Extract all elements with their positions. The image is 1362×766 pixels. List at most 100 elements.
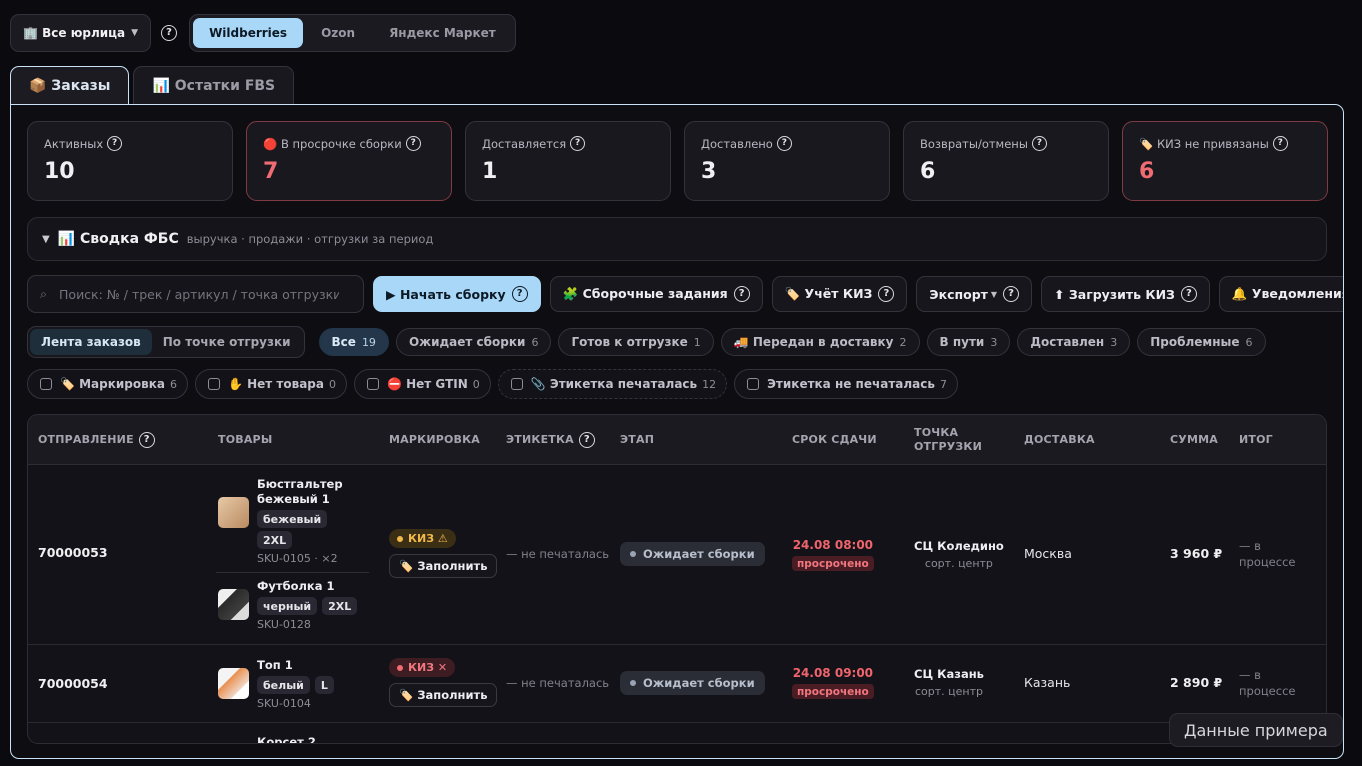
- stat-active[interactable]: Активных? 10: [27, 121, 233, 201]
- export-button[interactable]: Экспорт ▼ ?: [916, 276, 1033, 312]
- help-icon[interactable]: ?: [107, 136, 123, 151]
- check-filter-no-gtin[interactable]: ⛔ Нет GTIN 0: [354, 369, 491, 399]
- column-goods[interactable]: Товары: [218, 415, 272, 465]
- help-icon[interactable]: ?: [570, 136, 586, 151]
- shipment-id[interactable]: 70000053: [38, 545, 108, 560]
- point-type: сорт. центр: [924, 557, 993, 570]
- filter-delivered[interactable]: Доставлен 3: [1017, 328, 1131, 356]
- column-result[interactable]: Итог: [1239, 415, 1273, 465]
- upload-kiz-button[interactable]: ⬆ Загрузить КИЗ ?: [1041, 276, 1210, 312]
- checkbox[interactable]: [207, 378, 220, 390]
- marketplace-ozon[interactable]: Ozon: [305, 18, 371, 48]
- status-filters: Лента заказов По точке отгрузки Все 19 Ож…: [27, 326, 1266, 358]
- stat-label: Доставляется: [482, 136, 567, 151]
- filter-count: 19: [361, 335, 376, 349]
- column-deadline[interactable]: Срок сдачи: [792, 415, 877, 465]
- filter-awaiting-assembly[interactable]: Ожидает сборки 6: [395, 328, 552, 356]
- product-thumbnail[interactable]: [218, 589, 249, 620]
- checkbox[interactable]: [40, 378, 52, 390]
- kiz-status-badge: КИЗ ✕: [389, 658, 456, 677]
- help-icon[interactable]: ?: [878, 286, 895, 302]
- stat-delivered[interactable]: Доставлено? 3: [684, 121, 890, 201]
- search-input[interactable]: [59, 286, 340, 302]
- filter-label: 🚚 Передан в доставку: [733, 335, 894, 349]
- kiz-status-label: КИЗ ⚠: [408, 532, 448, 545]
- column-delivery[interactable]: Доставка: [1024, 415, 1095, 465]
- help-icon[interactable]: ?: [405, 136, 421, 151]
- stat-overdue-assembly[interactable]: 🔴 В просрочке сборки? 7: [246, 121, 452, 201]
- stat-kiz-unlinked[interactable]: 🏷️ КИЗ не привязаны? 6: [1122, 121, 1328, 201]
- product-sku: SKU-0128: [257, 618, 311, 631]
- filter-problematic[interactable]: Проблемные 6: [1137, 328, 1266, 356]
- column-point[interactable]: Точка отгрузки: [914, 415, 994, 465]
- filter-count: 3: [990, 335, 998, 349]
- help-icon[interactable]: ?: [776, 136, 792, 151]
- view-orders-feed[interactable]: Лента заказов: [30, 329, 152, 355]
- deadline-datetime: 24.08 09:00: [792, 666, 874, 680]
- point-type: сорт. центр: [914, 685, 983, 698]
- filter-count: 6: [169, 377, 177, 391]
- fill-kiz-button[interactable]: 🏷️ Заполнить: [389, 683, 498, 707]
- checkbox[interactable]: [747, 378, 760, 390]
- column-shipment[interactable]: Отправление?: [38, 415, 155, 465]
- stat-label: Возвраты/отмены: [920, 136, 1028, 151]
- filter-in-transit[interactable]: В пути 3: [926, 328, 1011, 356]
- filter-label: 🏷️ Маркировка: [60, 377, 165, 391]
- fill-kiz-button[interactable]: 🏷️ Заполнить: [389, 554, 498, 578]
- filter-label: Ожидает сборки: [408, 335, 526, 349]
- help-icon[interactable]: ?: [578, 432, 595, 448]
- product-thumbnail[interactable]: [218, 668, 249, 699]
- order-result: — в процессе: [1239, 668, 1296, 698]
- notifications-button[interactable]: 🔔 Уведомления ▼ ?: [1218, 276, 1343, 312]
- help-icon[interactable]: ?: [138, 432, 155, 448]
- tab-fbs-stock[interactable]: 📊 Остатки FBS: [133, 66, 295, 104]
- orders-table: Отправление? Товары Маркировка Этикетка?…: [27, 414, 1327, 744]
- check-filter-label-printed[interactable]: 📎 Этикетка печаталась 12: [497, 369, 728, 399]
- column-stage[interactable]: Этап: [620, 415, 654, 465]
- filter-handed-to-delivery[interactable]: 🚚 Передан в доставку 2: [720, 328, 920, 356]
- fbs-summary-toggle[interactable]: ▼ 📊 Сводка ФБС выручка · продажи · отгру…: [27, 217, 1327, 261]
- check-filter-label-not-printed[interactable]: Этикетка не печаталась 7: [734, 369, 958, 399]
- help-icon[interactable]: ?: [733, 286, 750, 302]
- table-row[interactable]: 70000053 Бюстгальтер бежевый 1 бежевый 2…: [28, 465, 1326, 645]
- tab-orders[interactable]: 📦 Заказы: [10, 66, 130, 105]
- start-assembly-button[interactable]: ▶ Начать сборку ?: [373, 276, 541, 312]
- order-item: Футболка 1 черный 2XL SKU-0128: [218, 579, 358, 631]
- checkbox[interactable]: [367, 378, 379, 390]
- help-icon[interactable]: ?: [1031, 136, 1047, 151]
- stat-delivering[interactable]: Доставляется? 1: [465, 121, 671, 201]
- help-icon[interactable]: ?: [511, 286, 528, 302]
- help-icon[interactable]: ?: [161, 25, 178, 41]
- marketplace-yandex[interactable]: Яндекс Маркет: [373, 18, 512, 48]
- help-icon[interactable]: ?: [1272, 136, 1288, 151]
- variant-tag: белый: [257, 676, 310, 694]
- product-thumbnail[interactable]: [218, 497, 249, 528]
- help-icon[interactable]: ?: [1003, 286, 1020, 302]
- column-label[interactable]: Этикетка?: [506, 415, 595, 465]
- stage-label: Ожидает сборки: [643, 547, 755, 561]
- kiz-accounting-label: 🏷️ Учёт КИЗ: [784, 286, 873, 301]
- stat-returns[interactable]: Возвраты/отмены? 6: [903, 121, 1109, 201]
- check-filter-marking[interactable]: 🏷️ Маркировка 6: [27, 369, 188, 399]
- legal-entity-select[interactable]: 🏢 Все юрлица ▼: [10, 14, 152, 52]
- filter-all[interactable]: Все 19: [318, 328, 389, 356]
- assembly-tasks-button[interactable]: 🧩 Сборочные задания ?: [549, 276, 763, 312]
- column-marking[interactable]: Маркировка: [389, 415, 480, 465]
- help-icon[interactable]: ?: [1180, 286, 1197, 302]
- table-row[interactable]: Корсет 2: [28, 723, 1326, 743]
- size-tag: 2XL: [322, 597, 358, 615]
- filter-ready-to-ship[interactable]: Готов к отгрузке 1: [558, 328, 714, 356]
- order-sum: 2 890 ₽: [1170, 675, 1223, 690]
- chevron-down-icon: ▼: [990, 289, 998, 299]
- view-by-point[interactable]: По точке отгрузки: [152, 329, 302, 355]
- column-sum[interactable]: Сумма: [1170, 415, 1218, 465]
- table-row[interactable]: 70000054 Топ 1 белый L SKU-0104 КИЗ ✕ 🏷️ …: [28, 645, 1326, 723]
- kiz-accounting-button[interactable]: 🏷️ Учёт КИЗ ?: [771, 276, 908, 312]
- product-name: Топ 1: [257, 658, 293, 672]
- shipment-id[interactable]: 70000054: [38, 676, 108, 691]
- check-filter-no-stock[interactable]: ✋ Нет товара 0: [194, 369, 347, 399]
- stage-label: Ожидает сборки: [643, 676, 755, 690]
- checkbox[interactable]: [510, 378, 523, 390]
- marketplace-wildberries[interactable]: Wildberries: [193, 18, 304, 48]
- variant-tag: бежевый: [257, 510, 328, 528]
